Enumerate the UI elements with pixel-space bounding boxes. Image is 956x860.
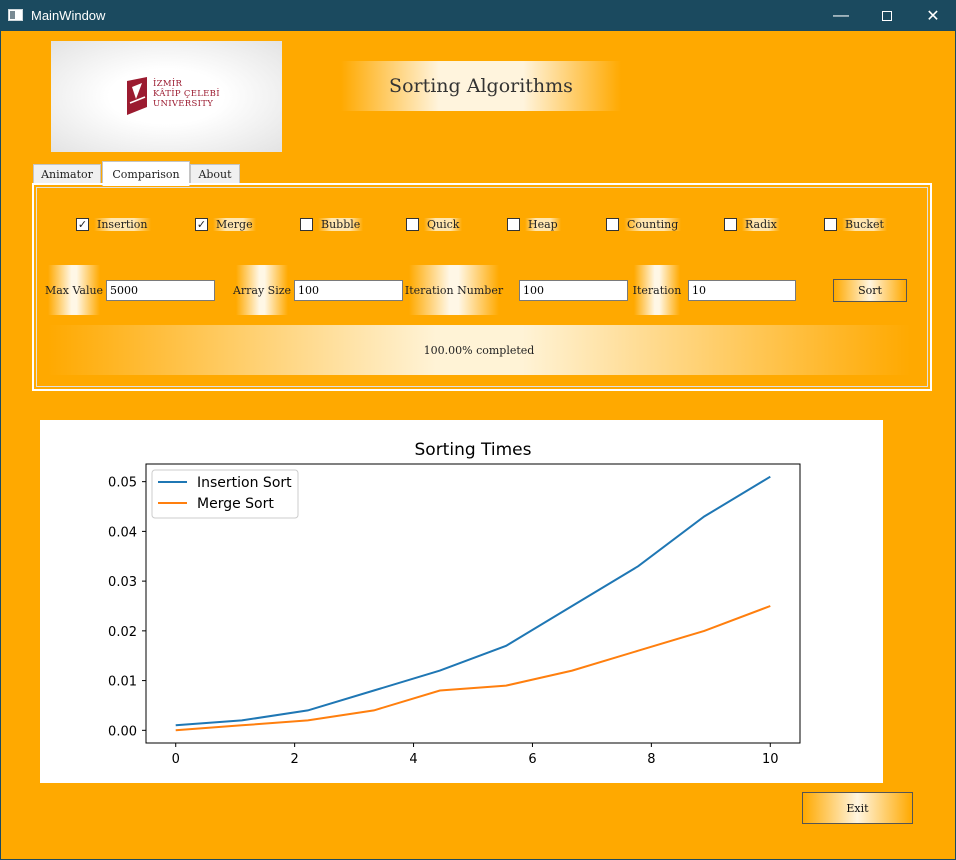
max-value-input[interactable]: 5000 xyxy=(106,280,215,301)
legend-label-1: Insertion Sort xyxy=(197,475,292,491)
checkbox-insertion-label: Insertion xyxy=(94,217,151,231)
checkbox-bucket-label: Bucket xyxy=(842,217,887,231)
iteration-number-label: Iteration Number xyxy=(405,265,503,315)
logo-line-1: İZMİR xyxy=(153,79,183,89)
maximize-button[interactable] xyxy=(864,0,910,31)
checkbox-bucket[interactable]: Bucket xyxy=(824,216,887,232)
checkbox-counting-label: Counting xyxy=(624,217,682,231)
y-tick-label: 0.03 xyxy=(108,575,137,590)
checkbox-heap[interactable]: Heap xyxy=(507,216,561,232)
checkbox-quick-box[interactable] xyxy=(406,217,419,231)
app-header-title: Sorting Algorithms xyxy=(341,61,621,111)
sort-button[interactable]: Sort xyxy=(833,279,907,302)
university-logo-text: İZMİR KÂTİP ÇELEBİ UNIVERSITY xyxy=(153,79,220,109)
max-value-label: Max Value xyxy=(45,265,103,315)
x-tick-label: 0 xyxy=(172,752,180,767)
checkbox-heap-label: Heap xyxy=(525,217,561,231)
checkbox-radix-label: Radix xyxy=(742,217,780,231)
progress-indicator: 100.00% completed xyxy=(48,325,910,375)
y-tick-label: 0.02 xyxy=(108,625,137,640)
sorting-times-chart: Sorting Times 0 2 4 6 8 10 0.00 0.01 0.02 0.03 0.04… xyxy=(40,420,883,783)
university-logo: İZMİR KÂTİP ÇELEBİ UNIVERSITY xyxy=(51,41,282,152)
close-button[interactable]: ✕ xyxy=(910,0,956,31)
checkbox-bubble-label: Bubble xyxy=(318,217,364,231)
app-window-icon xyxy=(8,9,23,21)
close-icon: ✕ xyxy=(926,7,940,25)
checkbox-counting-box[interactable] xyxy=(606,217,619,231)
checkbox-merge-box[interactable]: ✓ xyxy=(195,217,208,231)
iteration-number-input[interactable]: 100 xyxy=(519,280,628,301)
y-tick-label: 0.04 xyxy=(108,525,137,540)
exit-button[interactable]: Exit xyxy=(802,792,913,824)
logo-line-2: KÂTİP ÇELEBİ xyxy=(153,89,220,99)
x-tick-label: 6 xyxy=(528,752,536,767)
university-logo-shield xyxy=(127,77,147,115)
checkbox-bucket-box[interactable] xyxy=(824,217,837,231)
window-titlebar: MainWindow — ✕ xyxy=(0,0,956,31)
checkbox-quick[interactable]: Quick xyxy=(406,216,463,232)
iteration-label: Iteration xyxy=(633,265,681,315)
checkbox-radix[interactable]: Radix xyxy=(724,216,780,232)
checkbox-merge[interactable]: ✓ Merge xyxy=(195,216,256,232)
x-tick-label: 2 xyxy=(290,752,298,767)
maximize-icon xyxy=(882,10,892,21)
checkbox-radix-box[interactable] xyxy=(724,217,737,231)
window-title: MainWindow xyxy=(31,8,106,23)
iteration-input[interactable]: 10 xyxy=(688,280,796,301)
y-tick-label: 0.01 xyxy=(108,675,137,690)
legend-label-2: Merge Sort xyxy=(197,496,274,512)
tab-animator[interactable]: Animator xyxy=(33,164,101,185)
chart-title: Sorting Times xyxy=(415,440,532,460)
checkbox-counting[interactable]: Counting xyxy=(606,216,682,232)
tab-about[interactable]: About xyxy=(190,164,240,185)
chart-canvas: Sorting Times 0 2 4 6 8 10 0.00 0.01 0.02 0.03 0.04… xyxy=(108,440,801,767)
logo-line-3: UNIVERSITY xyxy=(153,99,214,109)
checkbox-heap-box[interactable] xyxy=(507,217,520,231)
y-tick-label: 0.00 xyxy=(108,724,137,739)
minimize-icon: — xyxy=(833,6,849,24)
x-tick-label: 4 xyxy=(409,752,417,767)
x-tick-label: 8 xyxy=(647,752,655,767)
checkbox-insertion[interactable]: ✓ Insertion xyxy=(76,216,151,232)
array-size-input[interactable]: 100 xyxy=(294,280,403,301)
checkbox-bubble-box[interactable] xyxy=(300,217,313,231)
y-tick-label: 0.05 xyxy=(108,476,137,491)
checkbox-quick-label: Quick xyxy=(424,217,463,231)
main-window-body: İZMİR KÂTİP ÇELEBİ UNIVERSITY Sorting Al… xyxy=(1,31,955,859)
checkbox-insertion-box[interactable]: ✓ xyxy=(76,217,89,231)
minimize-button[interactable]: — xyxy=(818,0,864,31)
checkbox-merge-label: Merge xyxy=(213,217,256,231)
x-tick-label: 10 xyxy=(762,752,779,767)
series-line-2 xyxy=(175,605,771,732)
checkbox-bubble[interactable]: Bubble xyxy=(300,216,364,232)
array-size-label: Array Size xyxy=(233,265,291,315)
